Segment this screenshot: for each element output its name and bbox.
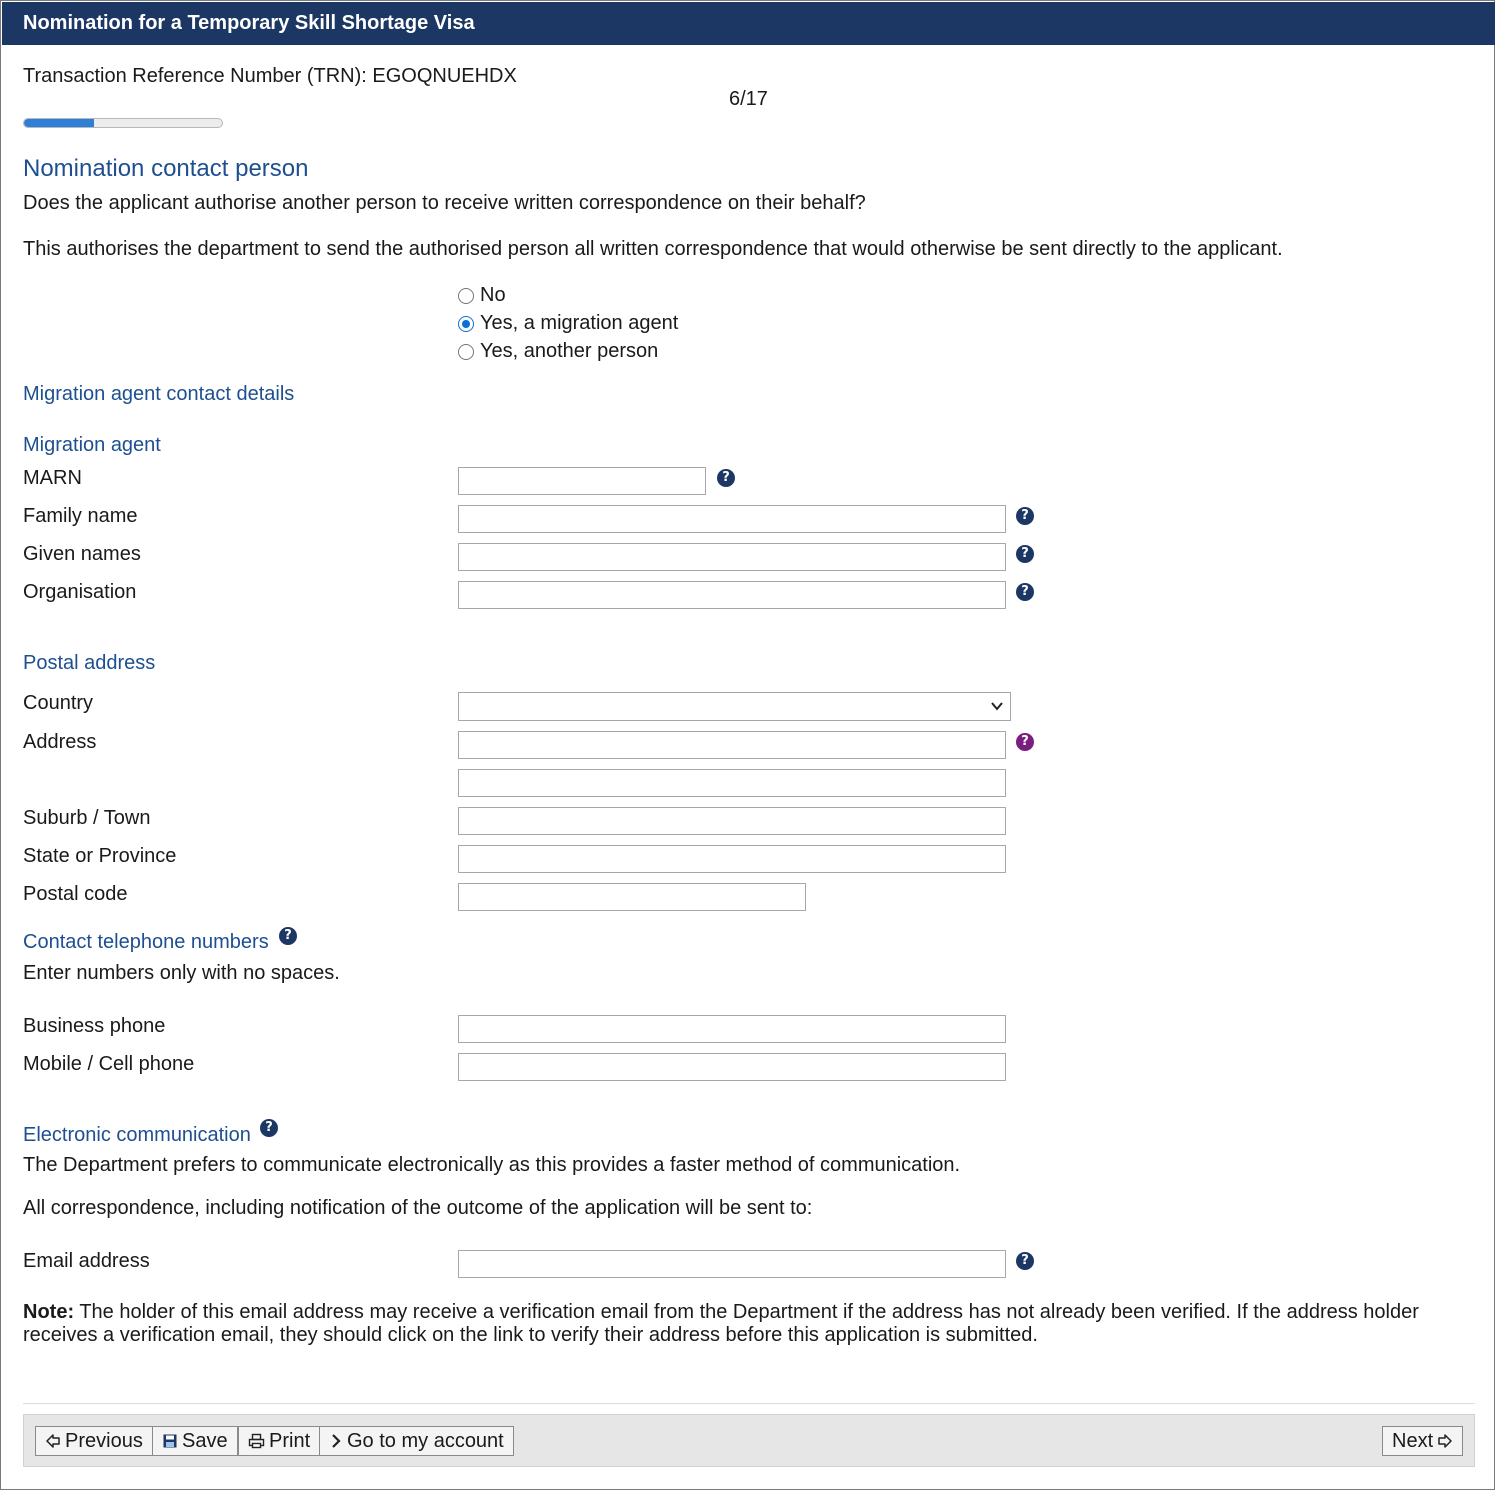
authorise-explanation: This authorises the department to send t… [23, 238, 1283, 260]
radio-option-migration-agent[interactable]: Yes, a migration agent [458, 312, 678, 335]
address-help-icon[interactable]: ? [1016, 733, 1034, 751]
phone-numbers-heading: Contact telephone numbers [23, 931, 269, 953]
country-label: Country [23, 692, 94, 714]
radio-another-person-label: Yes, another person [480, 340, 659, 362]
family-name-label: Family name [23, 505, 138, 527]
postcode-label: Postal code [23, 883, 128, 905]
printer-icon [248, 1433, 265, 1449]
arrow-right-icon [1438, 1434, 1452, 1448]
radio-no-label: No [480, 284, 506, 306]
save-button-label: Save [182, 1430, 228, 1452]
address-label: Address [23, 731, 97, 753]
organisation-input[interactable] [458, 581, 1006, 609]
next-button-label: Next [1392, 1430, 1434, 1452]
state-label: State or Province [23, 845, 177, 867]
print-button[interactable]: Print [238, 1426, 321, 1456]
radio-no[interactable] [458, 287, 474, 304]
footer-divider [23, 1403, 1475, 1404]
electronic-communication-text: The Department prefers to communicate el… [23, 1154, 961, 1176]
section-title: Nomination contact person [23, 155, 309, 182]
given-names-help-icon[interactable]: ? [1016, 545, 1034, 563]
progress-bar-fill [24, 119, 94, 127]
migration-agent-subheading: Migration agent [23, 434, 161, 456]
email-help-icon[interactable]: ? [1016, 1252, 1034, 1270]
address-line1-input[interactable] [458, 731, 1006, 759]
organisation-label: Organisation [23, 581, 137, 603]
electronic-communication-heading: Electronic communication [23, 1124, 251, 1146]
trn-label: Transaction Reference Number (TRN): EGOQ… [23, 65, 517, 87]
state-input[interactable] [458, 845, 1006, 873]
arrow-left-icon [46, 1434, 60, 1448]
authorise-question: Does the applicant authorise another per… [23, 192, 866, 214]
chevron-down-icon [991, 702, 1003, 711]
previous-button-label: Previous [65, 1430, 143, 1452]
save-button[interactable]: Save [152, 1426, 238, 1456]
radio-migration-agent-label: Yes, a migration agent [480, 312, 679, 334]
marn-help-icon[interactable]: ? [717, 469, 735, 487]
page-header: Nomination for a Temporary Skill Shortag… [2, 2, 1495, 45]
go-to-account-button-label: Go to my account [347, 1430, 504, 1452]
correspondence-text: All correspondence, including notificati… [23, 1197, 813, 1219]
family-name-input[interactable] [458, 505, 1006, 533]
progress-step-text: 6/17 [729, 88, 768, 110]
next-button[interactable]: Next [1382, 1426, 1464, 1456]
go-to-account-button[interactable]: Go to my account [319, 1426, 514, 1456]
organisation-help-icon[interactable]: ? [1016, 583, 1034, 601]
business-phone-input[interactable] [458, 1015, 1006, 1043]
radio-option-no[interactable]: No [458, 284, 506, 307]
postal-address-heading: Postal address [23, 652, 156, 674]
postcode-input[interactable] [458, 883, 806, 911]
verification-note-line2: receives a verification email, they shou… [23, 1324, 1038, 1346]
floppy-disk-icon [163, 1434, 177, 1448]
verification-note-line1: Note: The holder of this email address m… [23, 1301, 1419, 1324]
note-text-line1: The holder of this email address may rec… [79, 1301, 1419, 1323]
mobile-phone-input[interactable] [458, 1053, 1006, 1081]
suburb-input[interactable] [458, 807, 1006, 835]
application-window: Nomination for a Temporary Skill Shortag… [0, 0, 1495, 1490]
radio-option-another-person[interactable]: Yes, another person [458, 340, 658, 363]
previous-button[interactable]: Previous [35, 1426, 153, 1456]
given-names-input[interactable] [458, 543, 1006, 571]
footer-toolbar: Previous Save Print Go to my account Nex… [23, 1414, 1475, 1467]
marn-input[interactable] [458, 467, 706, 495]
email-input[interactable] [458, 1250, 1006, 1278]
progress-bar [23, 118, 223, 128]
business-phone-label: Business phone [23, 1015, 166, 1037]
family-name-help-icon[interactable]: ? [1016, 507, 1034, 525]
radio-another-person[interactable] [458, 343, 474, 360]
electronic-communication-help-icon[interactable]: ? [260, 1119, 278, 1137]
print-button-label: Print [269, 1430, 311, 1452]
given-names-label: Given names [23, 543, 141, 565]
phone-numbers-hint: Enter numbers only with no spaces. [23, 962, 340, 984]
note-label: Note: [23, 1301, 75, 1323]
marn-label: MARN [23, 467, 82, 489]
radio-migration-agent[interactable] [458, 315, 474, 332]
email-label: Email address [23, 1250, 150, 1272]
address-line2-input[interactable] [458, 769, 1006, 797]
mobile-phone-label: Mobile / Cell phone [23, 1053, 195, 1075]
country-select[interactable] [458, 692, 1011, 721]
suburb-label: Suburb / Town [23, 807, 151, 829]
agent-details-heading: Migration agent contact details [23, 383, 295, 405]
phone-numbers-help-icon[interactable]: ? [279, 927, 297, 945]
chevron-right-icon [332, 1434, 341, 1448]
